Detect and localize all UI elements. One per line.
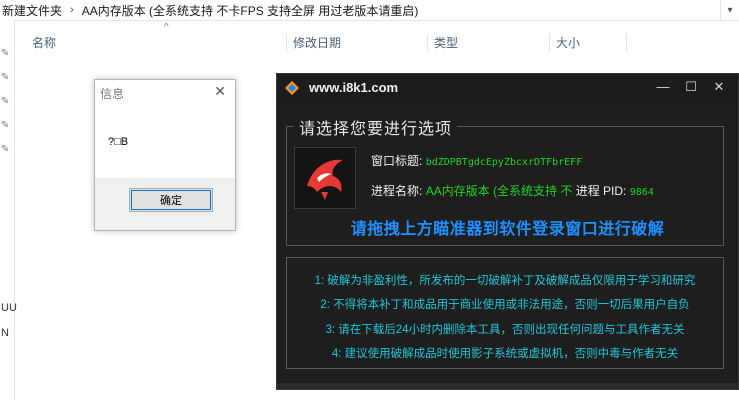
column-header-name[interactable]: 名称 bbox=[32, 34, 56, 52]
ok-button[interactable]: 确定 bbox=[129, 188, 213, 212]
breadcrumb-dropdown-button[interactable]: ▾ bbox=[720, 0, 739, 20]
pid-label: 进程 PID: bbox=[575, 184, 627, 198]
breadcrumb-item-current[interactable]: AA内存版本 (全系统支持 不卡FPS 支持全屏 用过老版本请重启) bbox=[80, 2, 421, 19]
dialog-message: ?□B bbox=[108, 136, 129, 148]
nav-item-clipped[interactable]: N bbox=[1, 327, 9, 339]
pid-value: 9864 bbox=[629, 187, 654, 198]
notice-line: 3: 请在下载后24小时内删除本工具，否则出现任何问题与工具作者无关 bbox=[325, 324, 685, 336]
pin-icon: ✎ bbox=[1, 120, 10, 131]
tool-window: www.i8k1.com — ☐ ✕ 请选择您要进行选项 窗口标题: bdZDP… bbox=[276, 73, 739, 390]
message-dialog: 信息 ✕ ?□B 确定 bbox=[94, 79, 236, 231]
column-header-type[interactable]: 类型 bbox=[427, 34, 458, 52]
nav-item-clipped[interactable]: UU bbox=[1, 302, 17, 314]
close-icon[interactable]: ✕ bbox=[710, 78, 728, 96]
sort-ascending-icon: ^ bbox=[164, 22, 169, 33]
maximize-icon[interactable]: ☐ bbox=[682, 78, 700, 96]
window-title-label: 窗口标题: bbox=[371, 154, 423, 168]
dialog-button-area: 确定 bbox=[95, 178, 235, 230]
minimize-icon[interactable]: — bbox=[654, 78, 672, 96]
column-header-size[interactable]: 大小 bbox=[549, 34, 580, 52]
title-bar[interactable]: www.i8k1.com — ☐ ✕ bbox=[277, 74, 738, 102]
close-icon[interactable]: ✕ bbox=[214, 83, 226, 100]
window-title: www.i8k1.com bbox=[309, 80, 399, 95]
process-name-label: 进程名称: bbox=[371, 184, 423, 198]
shark-logo-icon bbox=[294, 147, 356, 209]
column-divider bbox=[626, 34, 628, 52]
notice-panel: 1: 破解为非盈利性，所发布的一切破解补丁及破解成品仅限用于学习和研究 2: 不… bbox=[286, 257, 724, 369]
options-group-label: 请选择您要进行选项 bbox=[294, 115, 458, 139]
dialog-title: 信息 bbox=[100, 87, 125, 101]
navigation-pane: ✎ ✎ ✎ ✎ ✎ UU N bbox=[0, 20, 17, 400]
window-title-value: bdZDPBTgdcEpyZbcxrDTFbrEFF bbox=[425, 157, 583, 168]
breadcrumb: 新建文件夹 › AA内存版本 (全系统支持 不卡FPS 支持全屏 用过老版本请重… bbox=[0, 0, 739, 21]
file-list-header: ^ 名称 修改日期 类型 大小 bbox=[14, 20, 739, 62]
chevron-right-icon: › bbox=[70, 4, 74, 16]
process-name-row: 进程名称: AA内存版本 (全系统支持 不 进程 PID: 9864 bbox=[371, 182, 654, 199]
column-header-modified[interactable]: 修改日期 bbox=[286, 34, 341, 52]
app-icon bbox=[285, 81, 299, 95]
notice-line: 4: 建议使用破解成品时使用影子系统或虚拟机，否则中毒与作者无关 bbox=[331, 348, 679, 360]
process-name-value: AA内存版本 (全系统支持 不 bbox=[425, 184, 573, 198]
notice-line: 2: 不得将本补丁和成品用于商业使用或非法用途，否则一切后果用户自负 bbox=[320, 299, 690, 311]
pin-icon: ✎ bbox=[1, 48, 10, 59]
drag-instruction[interactable]: 请拖拽上方瞄准器到软件登录窗口进行破解 bbox=[277, 215, 738, 239]
pin-icon: ✎ bbox=[1, 72, 10, 83]
pin-icon: ✎ bbox=[1, 96, 10, 107]
pin-icon: ✎ bbox=[1, 144, 10, 155]
status-strip bbox=[277, 383, 738, 389]
notice-line: 1: 破解为非盈利性，所发布的一切破解补丁及破解成品仅限用于学习和研究 bbox=[314, 275, 696, 287]
breadcrumb-item-folder[interactable]: 新建文件夹 bbox=[0, 2, 64, 19]
chevron-down-icon: ▾ bbox=[727, 4, 733, 16]
window-title-row: 窗口标题: bdZDPBTgdcEpyZbcxrDTFbrEFF bbox=[371, 152, 582, 169]
